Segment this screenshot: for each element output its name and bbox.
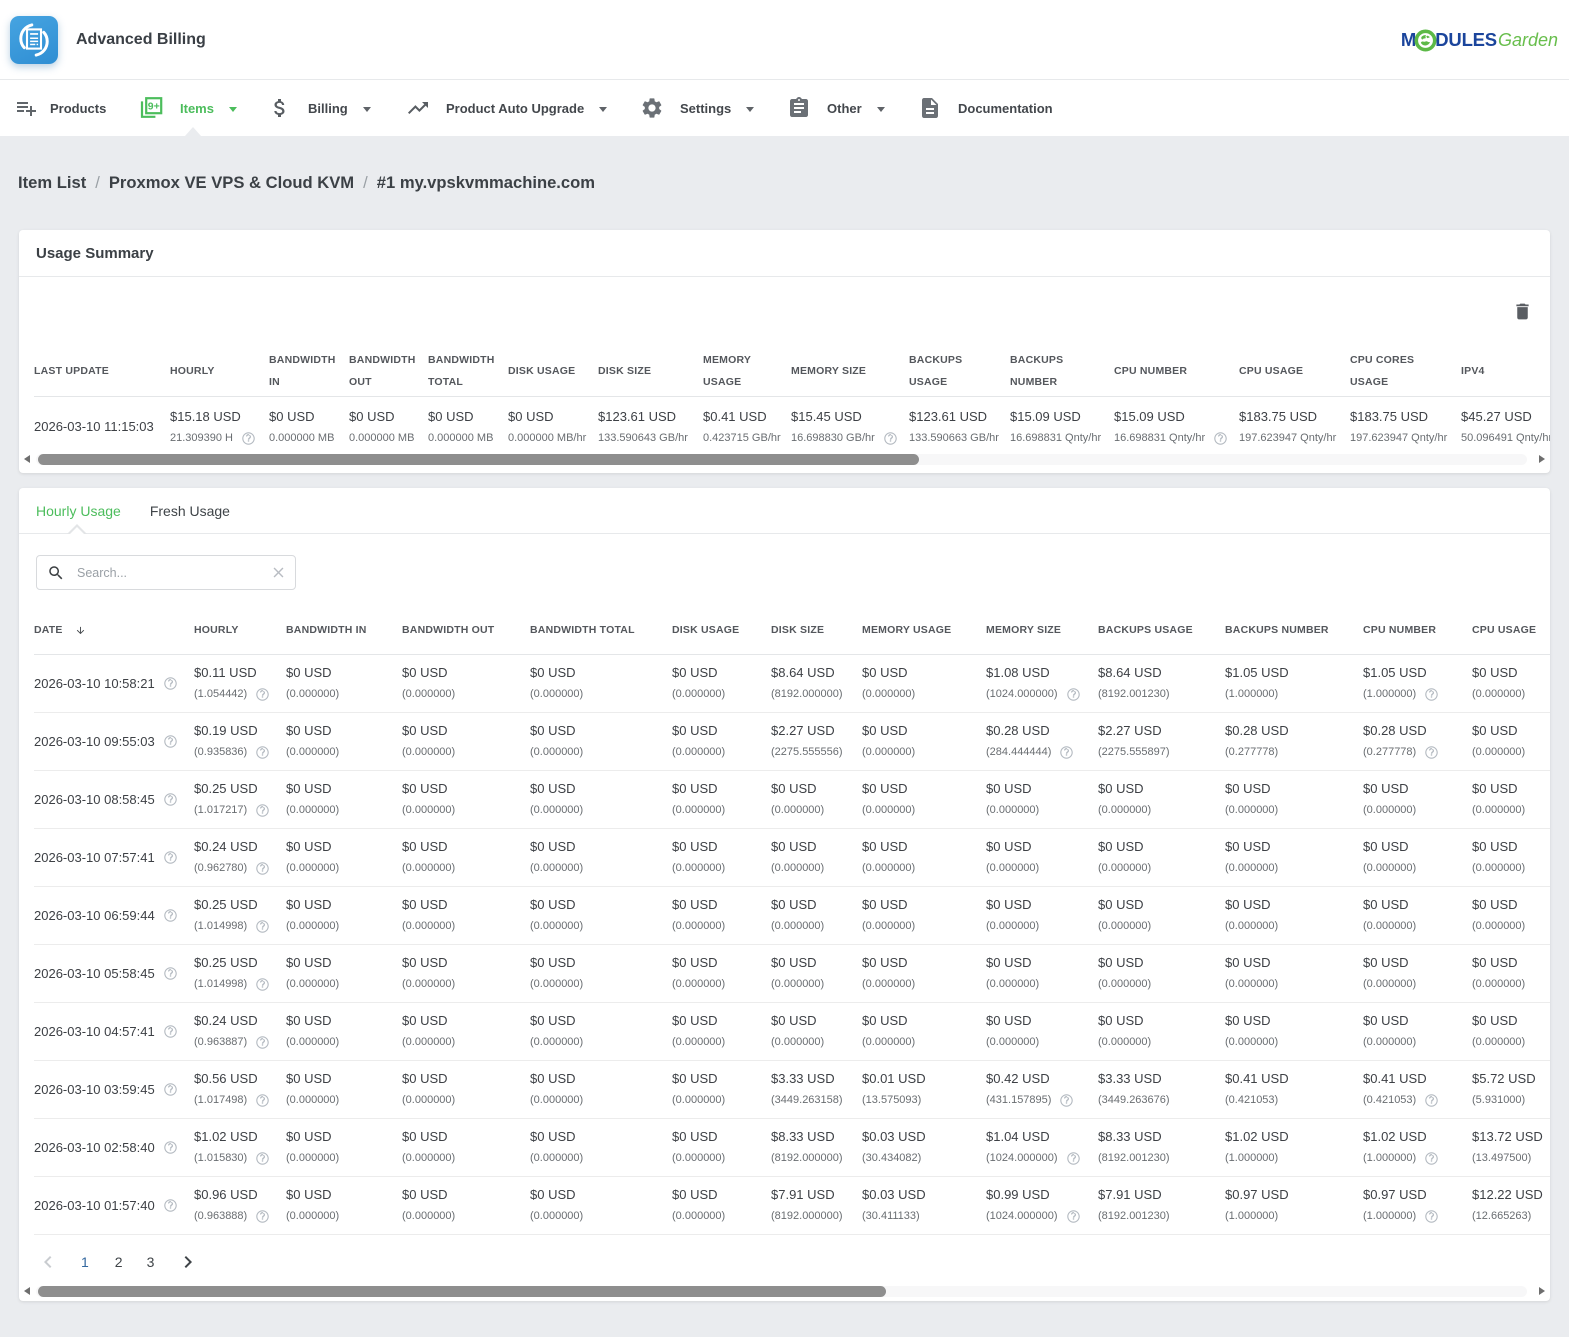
svg-text:9+: 9+ <box>148 101 160 113</box>
